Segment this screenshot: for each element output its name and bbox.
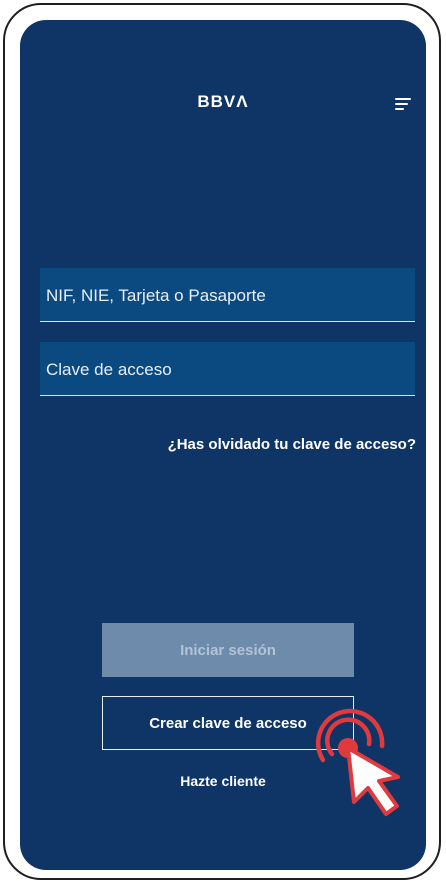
login-button-label: Iniciar sesión xyxy=(180,641,276,659)
password-input[interactable]: Clave de acceso xyxy=(40,342,415,396)
tap-cursor-icon xyxy=(315,708,400,816)
user-id-placeholder: NIF, NIE, Tarjeta o Pasaporte xyxy=(46,286,266,305)
hamburger-menu-icon[interactable] xyxy=(395,98,413,112)
create-button-label: Crear clave de acceso xyxy=(149,714,307,732)
password-placeholder: Clave de acceso xyxy=(46,360,172,379)
forgot-password-link[interactable]: ¿Has olvidado tu clave de acceso? xyxy=(168,436,416,453)
login-button[interactable]: Iniciar sesión xyxy=(102,623,354,677)
user-id-input[interactable]: NIF, NIE, Tarjeta o Pasaporte xyxy=(40,268,415,322)
bbva-logo: BBVΛ xyxy=(197,92,249,111)
